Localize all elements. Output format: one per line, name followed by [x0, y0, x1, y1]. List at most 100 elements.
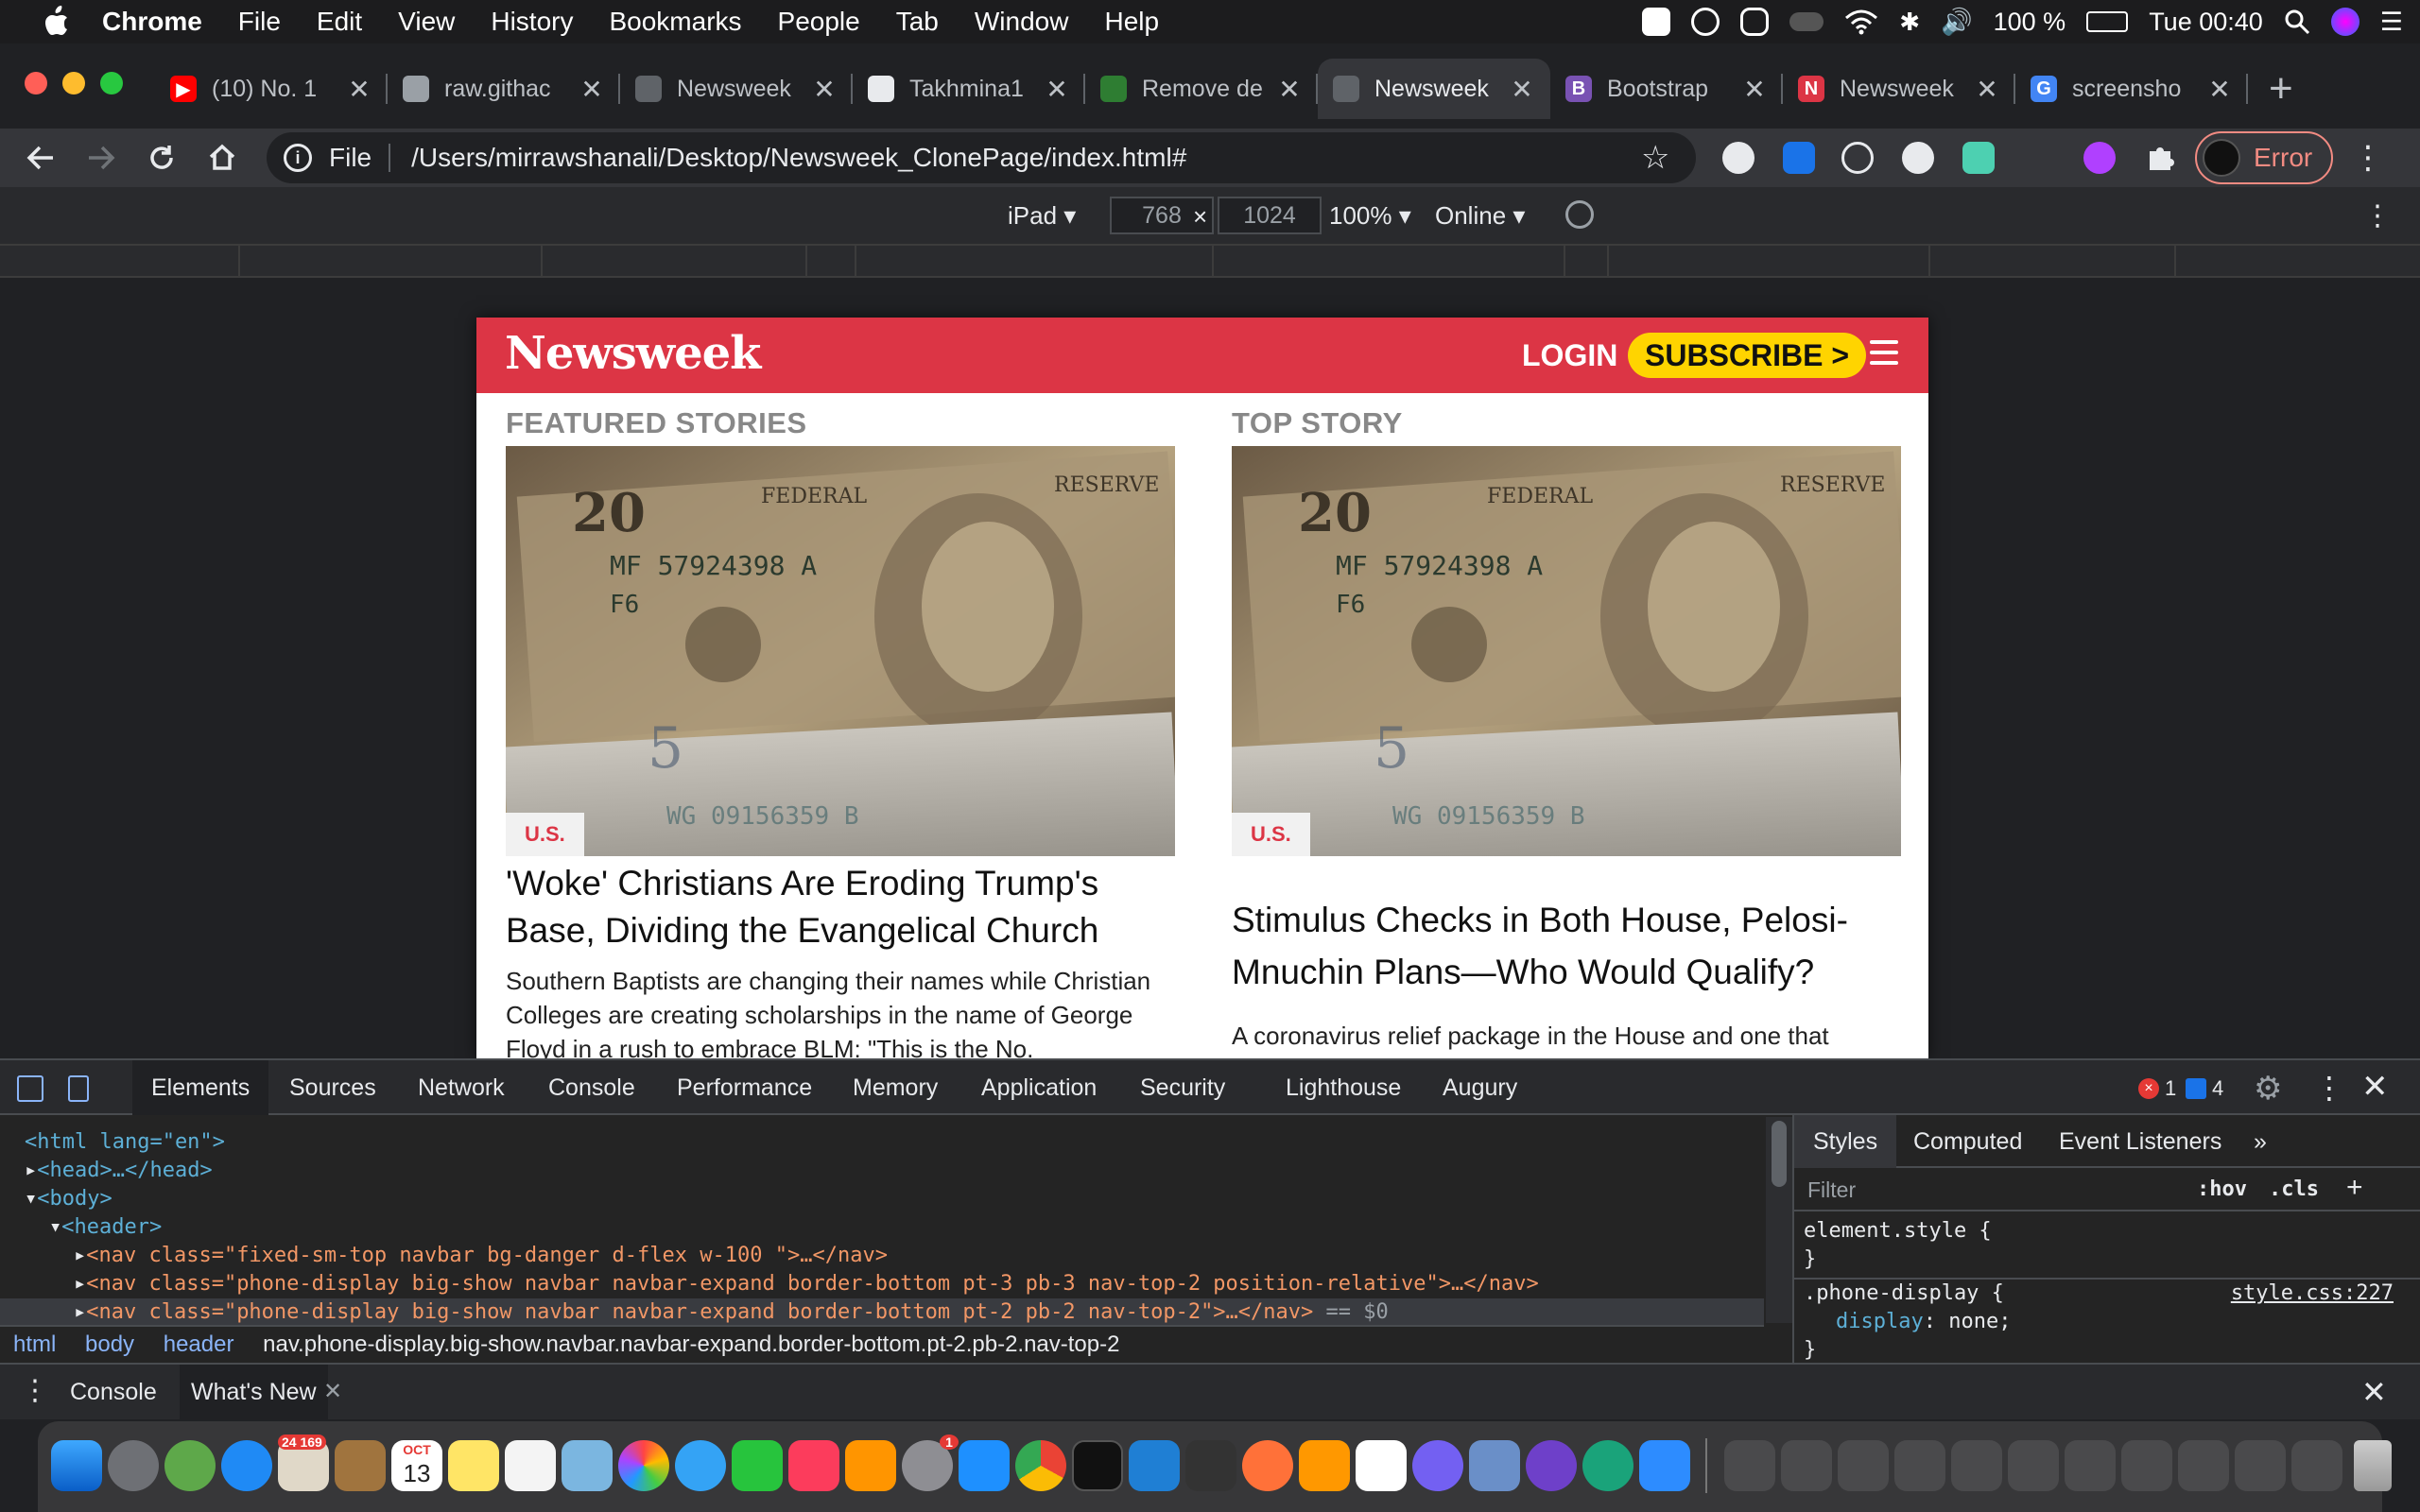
battery-icon[interactable]	[2086, 11, 2129, 32]
rule-phone-display-selector[interactable]: .phone-display {	[1804, 1281, 2004, 1305]
site-info-icon[interactable]: i	[284, 144, 312, 172]
bluetooth-icon[interactable]: ✱	[1899, 8, 1920, 37]
tab-security[interactable]: Security	[1140, 1060, 1225, 1115]
home-button[interactable]	[200, 136, 244, 180]
bookmark-star-icon[interactable]: ☆	[1641, 139, 1679, 177]
forward-button[interactable]	[79, 136, 123, 180]
music-icon[interactable]	[788, 1440, 839, 1491]
drawer-tab-console[interactable]: Console	[70, 1365, 157, 1419]
expand-arrow-icon[interactable]: ▸	[74, 1300, 86, 1324]
close-whats-new-icon[interactable]: ✕	[323, 1378, 342, 1405]
menu-window[interactable]: Window	[975, 7, 1069, 37]
new-style-rule-icon[interactable]: +	[2346, 1172, 2363, 1204]
hover-state-toggle[interactable]: :hov	[2197, 1177, 2247, 1201]
browser-tab[interactable]: B Bootstrap ✕	[1550, 59, 1783, 119]
story-category-tag[interactable]: U.S.	[506, 813, 584, 856]
spotlight-search-icon[interactable]	[2284, 9, 2310, 35]
sublime-text-icon[interactable]	[1299, 1440, 1350, 1491]
chrome-icon[interactable]	[1015, 1440, 1066, 1491]
github-desktop-icon[interactable]	[1526, 1440, 1577, 1491]
facetime-icon[interactable]	[732, 1440, 783, 1491]
tab-elements[interactable]: Elements	[132, 1060, 269, 1115]
more-tabs-chevron-icon[interactable]: »	[2254, 1115, 2267, 1168]
minimized-window-3[interactable]	[1838, 1440, 1889, 1491]
extension-react-icon[interactable]	[1841, 142, 1874, 174]
device-mode-icon[interactable]	[68, 1075, 89, 1102]
close-tab-icon[interactable]: ✕	[1044, 74, 1070, 105]
dom-node-nav-2[interactable]: ▸<nav class="phone-display big-show navb…	[0, 1270, 1764, 1298]
drawer-menu-icon[interactable]: ⋮	[21, 1374, 49, 1407]
new-tab-button[interactable]: +	[2269, 68, 2293, 110]
maximize-window-button[interactable]	[100, 72, 123, 94]
drawer-tab-whats-new[interactable]: What's New	[180, 1365, 328, 1419]
viber-icon[interactable]	[1412, 1440, 1463, 1491]
error-count-badge[interactable]: × 1	[2138, 1076, 2176, 1100]
devtools-close-icon[interactable]: ✕	[2361, 1068, 2389, 1106]
breadcrumb-body[interactable]: body	[85, 1332, 134, 1357]
viber-status-icon[interactable]	[1740, 8, 1770, 36]
menu-clock[interactable]: Tue 00:40	[2149, 8, 2263, 37]
message-count-badge[interactable]: 4	[2186, 1076, 2223, 1100]
extension-augury-icon[interactable]	[2083, 142, 2116, 174]
minimized-window-7[interactable]	[2065, 1440, 2116, 1491]
collapse-arrow-icon[interactable]: ▾	[25, 1187, 37, 1211]
volume-icon[interactable]: 🔊	[1941, 7, 1973, 37]
tab-network[interactable]: Network	[418, 1060, 505, 1115]
chrome-menu-icon[interactable]: ⋮	[2352, 136, 2384, 180]
photos-icon[interactable]	[618, 1440, 669, 1491]
browser-tab[interactable]: raw.githac ✕	[388, 59, 620, 119]
browser-tab[interactable]: Gscreensho ✕	[2015, 59, 2248, 119]
atom-icon[interactable]	[1582, 1440, 1634, 1491]
menu-history[interactable]: History	[491, 7, 573, 37]
dom-node-head[interactable]: ▸<head>…</head>	[0, 1157, 1764, 1185]
menu-edit[interactable]: Edit	[317, 7, 362, 37]
story-category-tag[interactable]: U.S.	[1232, 813, 1310, 856]
close-tab-icon[interactable]: ✕	[811, 74, 838, 105]
featured-story-image[interactable]: 20 FEDERAL RESERVE MF 57924398 A F6 5 WG…	[506, 446, 1175, 856]
launchpad-icon[interactable]	[108, 1440, 159, 1491]
tab-event-listeners[interactable]: Event Listeners	[2059, 1115, 2221, 1168]
extension-clip-icon[interactable]	[1962, 142, 1995, 174]
menu-view[interactable]: View	[398, 7, 455, 37]
dom-node-nav-1[interactable]: ▸<nav class="fixed-sm-top navbar bg-dang…	[0, 1242, 1764, 1270]
android-studio-icon[interactable]	[164, 1440, 216, 1491]
expand-arrow-icon[interactable]: ▸	[25, 1159, 37, 1182]
tab-computed[interactable]: Computed	[1913, 1115, 2022, 1168]
expand-arrow-icon[interactable]: ▸	[74, 1244, 86, 1267]
rule-element-style[interactable]: element.style {	[1804, 1217, 2420, 1246]
inspect-element-icon[interactable]	[17, 1075, 43, 1102]
tab-console[interactable]: Console	[548, 1060, 635, 1115]
cloud-icon[interactable]	[1789, 12, 1824, 31]
menu-app-name[interactable]: Chrome	[102, 7, 202, 37]
browser-tab[interactable]: Remove de ✕	[1085, 59, 1318, 119]
dom-node-nav-3-selected[interactable]: ▸<nav class="phone-display big-show navb…	[0, 1298, 1764, 1325]
notes-icon[interactable]	[448, 1440, 499, 1491]
dom-tree-scrollbar[interactable]	[1766, 1117, 1792, 1323]
tab-application[interactable]: Application	[981, 1060, 1097, 1115]
newsweek-logo[interactable]: Newsweek	[505, 327, 761, 380]
class-toggle[interactable]: .cls	[2269, 1177, 2319, 1201]
elements-dom-tree[interactable]: <html lang="en"> ▸<head>…</head> ▾<body>…	[0, 1115, 1764, 1325]
rotate-icon[interactable]	[1565, 200, 1594, 229]
top-story-image[interactable]: 20 FEDERAL RESERVE MF 57924398 A F6 5 WG…	[1232, 446, 1901, 856]
minimized-window-11[interactable]	[2291, 1440, 2342, 1491]
extension-json-icon[interactable]	[1722, 142, 1754, 174]
top-story-title[interactable]: Stimulus Checks in Both House, Pelosi-Mn…	[1232, 894, 1901, 998]
dom-node-body[interactable]: ▾<body>	[0, 1185, 1764, 1213]
trash-icon[interactable]	[2354, 1440, 2392, 1491]
menu-people[interactable]: People	[778, 7, 860, 37]
collapse-arrow-icon[interactable]: ▾	[49, 1215, 61, 1239]
minimize-window-button[interactable]	[62, 72, 85, 94]
styles-filter-input[interactable]: Filter	[1807, 1177, 1856, 1203]
minimized-window-8[interactable]	[2121, 1440, 2172, 1491]
bankid-icon[interactable]	[1356, 1440, 1407, 1491]
featured-story-title[interactable]: 'Woke' Christians Are Eroding Trump's Ba…	[506, 860, 1175, 954]
siri-icon[interactable]	[2330, 8, 2360, 36]
contacts-icon[interactable]	[335, 1440, 386, 1491]
breadcrumb-header[interactable]: header	[164, 1332, 234, 1357]
browser-tab[interactable]: Takhmina1 ✕	[853, 59, 1085, 119]
books-icon[interactable]	[845, 1440, 896, 1491]
messages-icon[interactable]	[675, 1440, 726, 1491]
rule-source-link[interactable]: style.css:227	[2231, 1280, 2394, 1308]
devtools-more-icon[interactable]: ⋮	[2314, 1070, 2344, 1106]
